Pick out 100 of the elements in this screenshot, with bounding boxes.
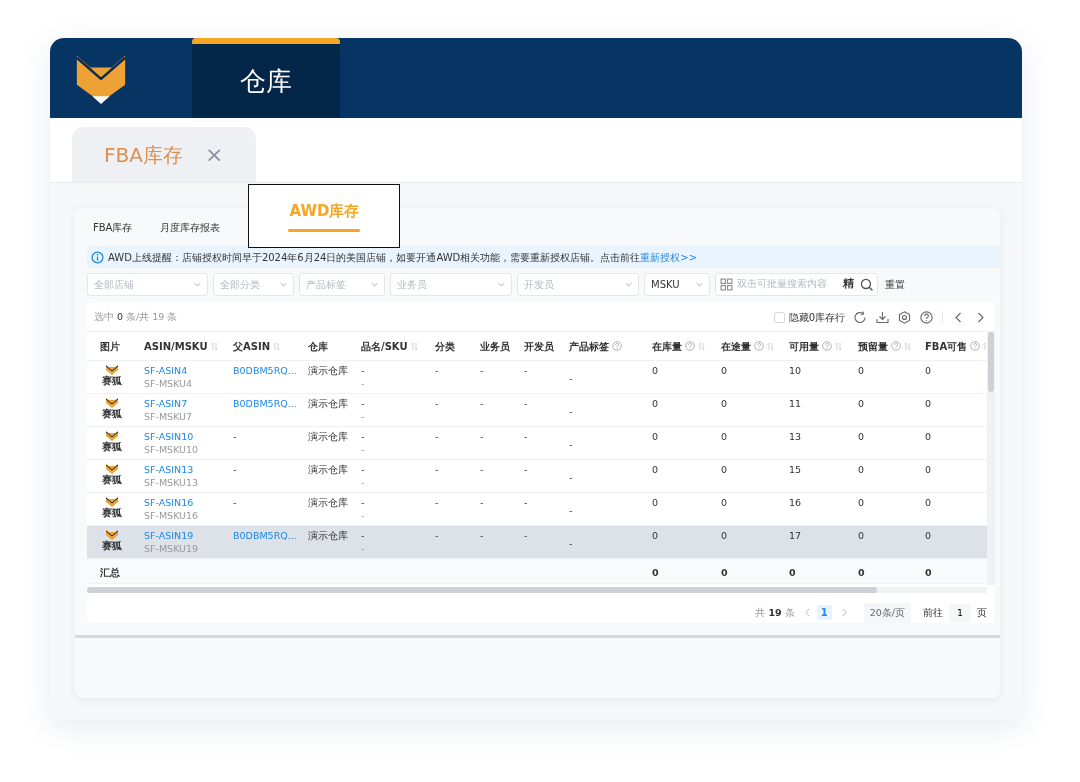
sku-text: - [361,508,366,522]
table-cell: - [569,404,573,418]
column-header[interactable]: 在库量 [648,332,717,361]
table-cell: 0 [648,525,717,559]
sort-icon[interactable] [698,341,705,351]
product-thumbnail: 赛狐 [100,396,124,420]
previous-page-icon[interactable] [803,608,811,618]
sub-tab[interactable]: FBA库存 [93,219,133,235]
table-cell: 0 [717,459,785,493]
page-size-select[interactable]: 20条/页 [863,602,911,623]
asin-link[interactable]: SF-ASIN4 [144,363,225,377]
filter-select[interactable]: 全部分类 [213,273,294,296]
asin-link[interactable]: SF-ASIN7 [144,396,225,410]
filter-select[interactable]: 全部店铺 [87,273,208,296]
sku-text: - [361,409,366,423]
column-header[interactable]: 在途量 [717,332,785,361]
table-cell: 13 [785,426,854,460]
column-header[interactable]: 可用量 [785,332,854,361]
table-cell: 0 [648,360,717,394]
asin-link[interactable]: SF-ASIN16 [144,495,225,509]
product-name: - [361,396,366,410]
parent-asin: - [233,495,238,509]
sort-icon[interactable] [273,341,281,351]
download-icon[interactable] [876,310,889,324]
page-input[interactable]: 1 [949,603,971,622]
sku-text: - [361,475,366,489]
column-header[interactable]: 父ASIN [229,332,304,361]
horizontal-scrollbar[interactable] [87,587,987,593]
parent-asin[interactable]: B0DBM5RQ... [233,396,300,410]
fox-logo-icon [105,429,119,441]
msku-text: SF-MSKU16 [144,508,200,522]
module-tab[interactable]: 仓库 [192,38,340,118]
table-cell: - [431,426,476,460]
parent-asin: - [233,429,238,443]
vertical-scrollbar[interactable] [987,332,995,586]
table-cell: - [569,536,573,550]
table-cell: 演示仓库 [304,492,357,526]
refresh-icon[interactable] [854,310,867,324]
field-select[interactable]: MSKU [644,273,710,296]
sort-icon[interactable] [835,341,842,351]
product-name: - [361,462,366,476]
sort-icon[interactable] [904,341,911,351]
sort-icon[interactable] [210,341,218,351]
column-header: 开发员 [520,332,565,361]
sort-icon[interactable] [767,341,774,351]
fox-logo-icon [105,396,119,408]
caret-icon [696,280,703,289]
search-field[interactable]: 双击可批量搜索内容 精 [715,273,878,296]
search-icon[interactable] [860,278,873,291]
table-cell: 17 [785,525,854,559]
alert-text: AWD上线提醒：店铺授权时间早于2024年6月24日的美国店铺，如要开通AWD相关功能，需要重新授权店铺。点击前往重新授权>> [108,250,698,265]
help-icon[interactable] [920,310,933,324]
summary-cell: 0 [717,558,785,584]
column-header[interactable]: ASIN/MSKU [140,332,229,361]
close-button[interactable]: × [204,143,224,166]
msku-text: SF-MSKU4 [144,376,194,390]
settings-icon[interactable] [898,310,911,324]
column-header[interactable]: 品名/SKU [357,332,431,361]
filter-select[interactable]: 开发员 [517,273,639,296]
page-button[interactable]: 1 [816,605,832,621]
table-cell: 0 [717,492,785,526]
sub-tab[interactable]: 月度库存报表 [160,219,221,235]
table-cell: 0 [854,525,921,559]
selection-count: 选中 0 条/共 19 条 [94,310,178,324]
tab-label[interactable]: FBA库存 [104,139,183,170]
fox-logo-icon [105,495,119,507]
table-cell: 0 [717,426,785,460]
sub-tab[interactable]: AWD库存 [248,184,401,248]
table-cell: - [520,393,565,427]
parent-asin[interactable]: B0DBM5RQ... [233,363,300,377]
column-header: 产品标签 [565,332,648,361]
filter-select[interactable]: 产品标签 [299,273,385,296]
exact-match-button[interactable]: 精 [841,276,856,293]
column-header[interactable]: 预留量 [854,332,921,361]
summary-cell: 0 [921,558,987,584]
table-cell: - [431,393,476,427]
table-cell: 0 [648,426,717,460]
grid-icon[interactable] [720,278,733,291]
asin-link[interactable]: SF-ASIN10 [144,429,225,443]
asin-link[interactable]: SF-ASIN13 [144,462,225,476]
msku-text: SF-MSKU13 [144,475,200,489]
table-cell: - [431,525,476,559]
table-cell: 演示仓库 [304,525,357,559]
table-cell: - [476,492,520,526]
checkbox[interactable] [773,311,785,323]
total-count: 共 19 条 [755,605,795,620]
summary-label: 汇总 [87,558,140,584]
reset-button[interactable]: 重置 [883,273,907,296]
caret-icon [280,280,287,289]
asin-link[interactable]: SF-ASIN19 [144,528,225,542]
fox-logo-icon [105,528,119,540]
table-cell: - [431,360,476,394]
table-cell: - [431,459,476,493]
filter-select[interactable]: 业务员 [390,273,512,296]
next-page-icon[interactable] [840,608,848,618]
table-cell: - [520,459,565,493]
sort-icon[interactable] [410,341,418,351]
page-tab[interactable]: FBA库存 × [72,127,256,182]
msku-text: SF-MSKU7 [144,409,194,423]
reauthorize-link[interactable]: 重新授权>> [640,251,698,263]
